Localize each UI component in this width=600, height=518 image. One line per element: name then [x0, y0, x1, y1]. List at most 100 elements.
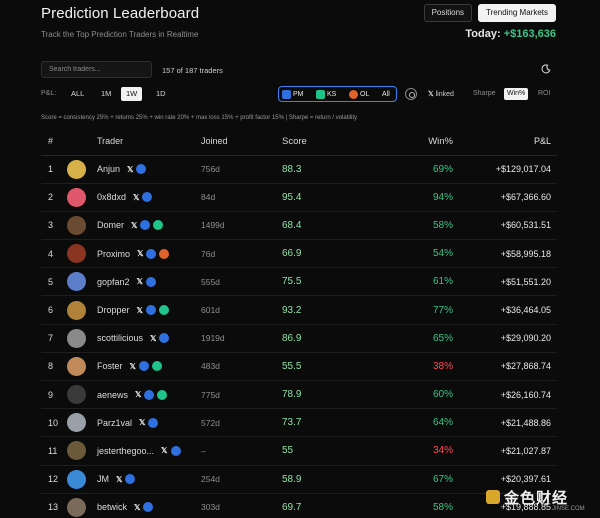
platform-all-button[interactable]: All: [382, 89, 390, 100]
polymarket-icon[interactable]: [143, 502, 154, 513]
platform-ol-button[interactable]: OL: [349, 89, 369, 100]
polymarket-icon[interactable]: [142, 192, 153, 203]
polymarket-icon[interactable]: [146, 248, 157, 259]
polymarket-icon[interactable]: [148, 417, 159, 428]
table-row[interactable]: 1 Anjun 𝕏 756d 88.3 69% +$129,017.04: [41, 155, 557, 184]
x-icon[interactable]: 𝕏: [137, 306, 143, 315]
range-1d-button[interactable]: 1D: [151, 87, 171, 101]
x-icon[interactable]: 𝕏: [133, 193, 139, 202]
trader-name[interactable]: scottilicious: [97, 333, 143, 343]
avatar[interactable]: [67, 215, 86, 235]
table-row[interactable]: 6 Dropper 𝕏 601d 93.2 77% +$36,464.05: [41, 295, 557, 325]
x-icon[interactable]: 𝕏: [161, 446, 167, 455]
trader-name[interactable]: Anjun: [97, 164, 120, 174]
trader-name[interactable]: Parz1val: [97, 418, 132, 428]
avatar[interactable]: [67, 441, 86, 461]
sort-win-button[interactable]: Win%: [504, 88, 529, 100]
watermark: 金色财经 JINSE.COM: [486, 484, 596, 514]
x-icon[interactable]: 𝕏: [139, 418, 145, 427]
table-row[interactable]: 10 Parz1val 𝕏 572d 73.7 64% +$21,488.86: [41, 408, 557, 438]
link-icon[interactable]: [405, 88, 417, 100]
page-title: Prediction Leaderboard: [41, 5, 200, 22]
table-row[interactable]: 9 aenews 𝕏 775d 78.9 60% +$26,160.74: [41, 380, 557, 410]
polymarket-icon[interactable]: [145, 305, 156, 316]
kalshi-icon[interactable]: [158, 305, 169, 316]
polymarket-icon[interactable]: [125, 474, 136, 485]
platform-pm-button[interactable]: PM: [282, 89, 304, 100]
trader-name[interactable]: aenews: [97, 390, 128, 400]
trader-cell: scottilicious 𝕏: [97, 324, 201, 353]
avatar[interactable]: [67, 187, 86, 207]
kalshi-icon[interactable]: [151, 361, 162, 372]
positions-button[interactable]: Positions: [423, 4, 473, 22]
x-icon[interactable]: 𝕏: [135, 390, 141, 399]
trader-name[interactable]: betwick: [97, 502, 127, 512]
polymarket-icon[interactable]: [138, 361, 149, 372]
trader-cell: jesterthegoo... 𝕏: [97, 436, 201, 466]
x-icon[interactable]: 𝕏: [137, 277, 143, 286]
sort-roi-button[interactable]: ROI: [535, 88, 553, 100]
moon-icon[interactable]: [541, 64, 551, 74]
avatar[interactable]: [67, 300, 86, 320]
avatar[interactable]: [67, 497, 86, 517]
x-icon[interactable]: 𝕏: [134, 503, 140, 512]
polymarket-icon[interactable]: [140, 220, 151, 231]
table-row[interactable]: 11 jesterthegoo... 𝕏 –55 34% +$21,027.87: [41, 436, 557, 466]
avatar[interactable]: [67, 385, 86, 405]
x-icon[interactable]: 𝕏: [131, 221, 137, 230]
avatar[interactable]: [67, 272, 86, 292]
trader-name[interactable]: Dropper: [97, 305, 130, 315]
range-1m-button[interactable]: 1M: [96, 87, 116, 101]
x-icon[interactable]: 𝕏: [137, 249, 143, 258]
trader-name[interactable]: jesterthegoo...: [97, 446, 154, 456]
polymarket-icon[interactable]: [170, 445, 181, 456]
polymarket-icon[interactable]: [159, 333, 170, 344]
avatar[interactable]: [67, 328, 86, 348]
table-row[interactable]: 8 Foster 𝕏 483d 55.5 38% +$27,868.74: [41, 352, 557, 382]
col-score[interactable]: Score: [275, 128, 361, 156]
trader-name[interactable]: Proximo: [97, 249, 130, 259]
polymarket-icon[interactable]: [146, 276, 156, 287]
trader-name[interactable]: Foster: [97, 361, 123, 371]
col-pnl[interactable]: P&L: [467, 128, 557, 156]
table-row[interactable]: 7 scottilicious 𝕏 1919d 86.9 65% +$29,090.20: [41, 324, 557, 353]
avatar[interactable]: [67, 469, 86, 489]
x-linked-toggle[interactable]: 𝕏 linked: [428, 90, 454, 98]
table-row[interactable]: 5 gopfan2 𝕏 555d 75.5 61% +$51,551.20: [41, 267, 557, 297]
opinion-labs-icon[interactable]: [159, 248, 170, 259]
x-icon[interactable]: 𝕏: [116, 475, 122, 484]
polymarket-icon[interactable]: [136, 164, 147, 175]
x-icon[interactable]: 𝕏: [127, 165, 133, 174]
trending-markets-button[interactable]: Trending Markets: [478, 4, 556, 22]
win-cell: 77%: [361, 295, 467, 325]
col-joined[interactable]: Joined: [201, 128, 275, 156]
avatar[interactable]: [67, 159, 86, 179]
trader-name[interactable]: 0x8dxd: [97, 192, 126, 202]
table-row[interactable]: 13 betwick 𝕏 303d 69.7 58% +$19,888.85: [41, 493, 557, 518]
polymarket-icon[interactable]: [144, 389, 155, 400]
table-row[interactable]: 12 JM 𝕏 254d 58.9 67% +$20,397.61: [41, 465, 557, 494]
range-1w-button[interactable]: 1W: [121, 87, 143, 101]
col-win[interactable]: Win%: [361, 128, 467, 156]
rank-cell: 4: [41, 239, 65, 269]
col-rank[interactable]: #: [41, 128, 65, 156]
trader-name[interactable]: Domer: [97, 220, 124, 230]
sort-sharpe-button[interactable]: Sharpe: [470, 88, 499, 100]
platform-ks-button[interactable]: KS: [316, 89, 336, 100]
range-all-button[interactable]: ALL: [66, 87, 89, 101]
avatar[interactable]: [67, 356, 86, 376]
trader-name[interactable]: JM: [97, 474, 109, 484]
table-row[interactable]: 4 Proximo 𝕏 76d 66.9 54% +$58,995.18: [41, 239, 557, 269]
table-row[interactable]: 2 0x8dxd 𝕏 84d 95.4 94% +$67,366.60: [41, 183, 557, 212]
trader-name[interactable]: gopfan2: [97, 277, 130, 287]
col-trader[interactable]: Trader: [97, 128, 201, 156]
x-icon[interactable]: 𝕏: [150, 334, 156, 343]
kalshi-icon[interactable]: [153, 220, 164, 231]
trader-cell: Domer 𝕏: [97, 211, 201, 241]
table-row[interactable]: 3 Domer 𝕏 1499d 68.4 58% +$60,531.51: [41, 211, 557, 241]
avatar[interactable]: [67, 244, 86, 264]
kalshi-icon[interactable]: [157, 389, 168, 400]
search-input[interactable]: [41, 61, 152, 78]
avatar[interactable]: [67, 413, 86, 433]
x-icon[interactable]: 𝕏: [130, 362, 136, 371]
